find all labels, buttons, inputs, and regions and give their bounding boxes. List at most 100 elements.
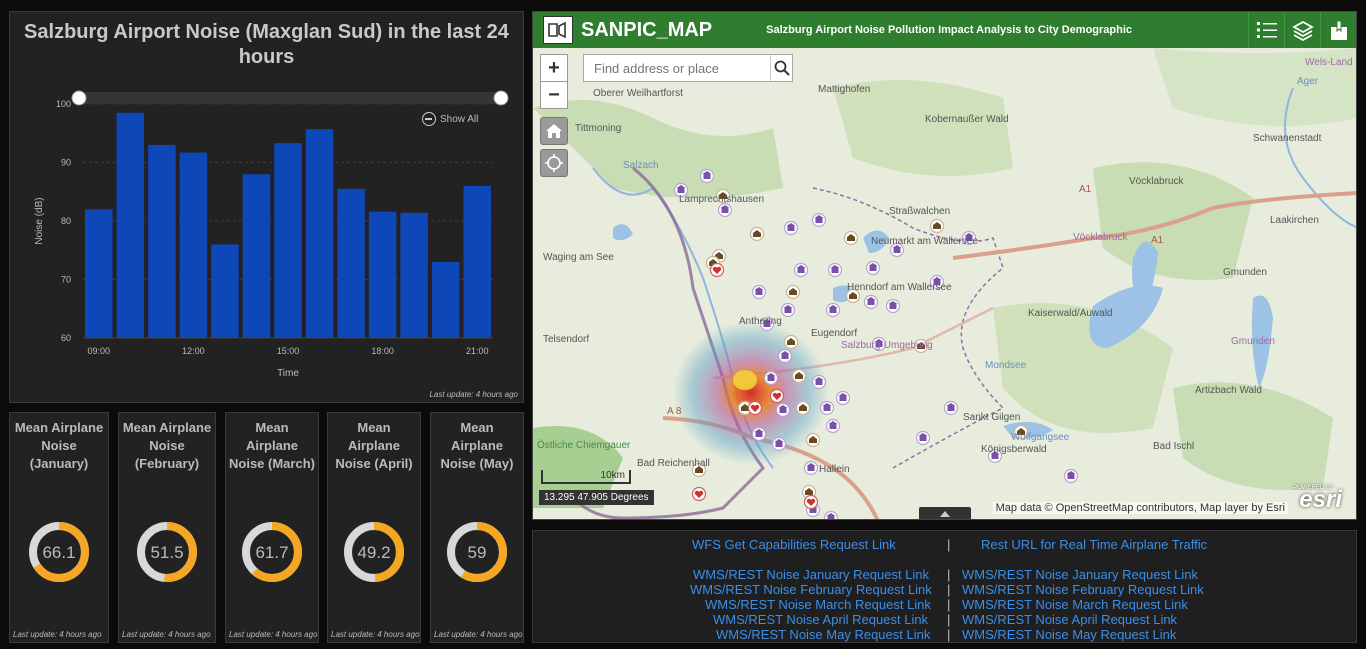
- chart-bar[interactable]: [400, 212, 428, 338]
- map-label: Kobernaußer Wald: [925, 114, 1009, 125]
- map-label: A 8: [667, 406, 682, 417]
- range-slider-handle[interactable]: [493, 90, 509, 106]
- legend-button[interactable]: [1248, 12, 1284, 48]
- map-label: Königsberwald: [981, 444, 1047, 455]
- map-label: Laakirchen: [1270, 215, 1319, 226]
- gauge-title: Mean Airplane Noise (March): [229, 420, 315, 471]
- map-label: Artizbach Wald: [1195, 385, 1262, 396]
- building-icon: [867, 300, 875, 305]
- map-label: Wels-Land: [1305, 57, 1353, 68]
- locate-icon: [545, 154, 563, 172]
- building-icon: [781, 354, 789, 359]
- map-panel[interactable]: Mattighofen Vöcklabruck Laakirchen Schwa…: [532, 11, 1357, 520]
- building-icon: [755, 290, 763, 295]
- building-icon: [893, 248, 901, 253]
- map-header: SANPIC_MAP Salzburg Airport Noise Pollut…: [533, 12, 1356, 48]
- building-icon: [919, 436, 927, 441]
- wms-march-link-left[interactable]: WMS/REST Noise March Request Link: [705, 597, 931, 612]
- app-title: SANPIC_MAP: [581, 18, 713, 41]
- map-label: Telsendorf: [543, 334, 589, 345]
- y-tick-label: 60: [61, 333, 71, 343]
- chart-bar[interactable]: [148, 144, 176, 338]
- chart-bar[interactable]: [305, 129, 334, 338]
- chart-bar[interactable]: [211, 244, 239, 338]
- map-label: A1: [1151, 235, 1164, 246]
- rest-traffic-link[interactable]: Rest URL for Real Time Airplane Traffic: [981, 537, 1207, 552]
- wms-february-link-left[interactable]: WMS/REST Noise February Request Link: [690, 582, 932, 597]
- gauge-card-march: Mean Airplane Noise (March) 61.7 Last up…: [225, 412, 319, 643]
- gauge-value: 49.2: [357, 543, 390, 562]
- map-label: Anthering: [739, 316, 782, 327]
- link-separator: |: [947, 582, 951, 597]
- noise-chart-panel: 60 70 80 90 100 09:00 12:00 15:00 18:00 21:00 Time…: [9, 11, 524, 403]
- map-label: Östliche Chiemgauer: [537, 439, 631, 451]
- zoom-out-icon: [422, 112, 436, 126]
- bookmark-icon: [1330, 20, 1347, 40]
- y-axis-label: Noise (dB): [34, 197, 45, 244]
- map-label: Vöcklabruck: [1129, 176, 1184, 187]
- chart-bar[interactable]: [242, 174, 271, 338]
- layers-icon: [1291, 20, 1314, 41]
- chart-bar[interactable]: [463, 185, 491, 338]
- gauge-last-update: Last update: 4 hours ago: [229, 630, 318, 639]
- wms-may-link-right[interactable]: WMS/REST Noise May Request Link: [962, 627, 1176, 642]
- wms-april-link-left[interactable]: WMS/REST Noise April Request Link: [713, 612, 928, 627]
- map-label: Bad Reichenhall: [637, 458, 710, 469]
- chart-bar[interactable]: [431, 261, 460, 338]
- map-attribution: Map data © OpenStreetMap contributors, M…: [992, 502, 1288, 514]
- gauge-value: 51.5: [150, 543, 183, 562]
- gauge-last-update: Last update: 4 hours ago: [331, 630, 420, 639]
- zoom-in-button[interactable]: +: [540, 54, 568, 82]
- link-separator: |: [947, 567, 951, 582]
- link-separator: |: [947, 597, 951, 612]
- building-icon: [823, 406, 831, 411]
- show-all-label: Show All: [440, 113, 479, 125]
- home-button[interactable]: [540, 117, 568, 145]
- wms-january-link-right[interactable]: WMS/REST Noise January Request Link: [962, 567, 1198, 582]
- sanpic-logo: [543, 16, 573, 44]
- map-label: Bad Ischl: [1153, 441, 1194, 452]
- gauge-card-january: Mean Airplane Noise (January) 66.1 Last …: [9, 412, 109, 643]
- map-label: Kaiserwald/Auwald: [1028, 308, 1113, 319]
- chart-bar[interactable]: [337, 188, 365, 338]
- wms-may-link-left[interactable]: WMS/REST Noise May Request Link: [716, 627, 930, 642]
- chart-bar[interactable]: [85, 209, 113, 338]
- gauge-title: Mean Airplane Noise (May): [440, 420, 514, 471]
- wms-february-link-right[interactable]: WMS/REST Noise February Request Link: [962, 582, 1204, 597]
- building-icon: [784, 308, 792, 313]
- range-slider-handle[interactable]: [71, 90, 87, 106]
- range-slider-track[interactable]: [79, 92, 501, 104]
- building-icon: [869, 266, 877, 271]
- chart-bar[interactable]: [368, 211, 397, 338]
- locate-button[interactable]: [540, 149, 568, 177]
- minus-icon: −: [548, 83, 560, 106]
- building-icon: [827, 516, 835, 519]
- wfs-capabilities-link[interactable]: WFS Get Capabilities Request Link: [692, 537, 896, 552]
- building-icon: [815, 380, 823, 385]
- layers-button[interactable]: [1284, 12, 1320, 48]
- y-tick-label: 70: [61, 275, 71, 285]
- map-label: Tittmoning: [575, 123, 621, 134]
- expand-panel-button[interactable]: [919, 507, 971, 519]
- map-canvas[interactable]: Mattighofen Vöcklabruck Laakirchen Schwa…: [533, 48, 1357, 520]
- zoom-out-button[interactable]: −: [540, 81, 568, 109]
- show-all-button[interactable]: Show All: [422, 112, 478, 126]
- gauge-last-update: Last update: 4 hours ago: [122, 630, 211, 639]
- gauge-donut: 59: [447, 522, 507, 582]
- search-button[interactable]: [770, 55, 792, 81]
- bookmark-button[interactable]: [1320, 12, 1356, 48]
- wms-april-link-right[interactable]: WMS/REST Noise April Request Link: [962, 612, 1177, 627]
- building-icon: [677, 188, 685, 193]
- search-input[interactable]: [584, 55, 770, 81]
- map-label: Oberer Weilhartforst: [593, 88, 683, 99]
- chart-bar[interactable]: [116, 112, 145, 339]
- building-icon: [831, 268, 839, 273]
- wms-march-link-right[interactable]: WMS/REST Noise March Request Link: [962, 597, 1188, 612]
- list-icon: [1256, 22, 1277, 38]
- wms-january-link-left[interactable]: WMS/REST Noise January Request Link: [693, 567, 929, 582]
- plus-icon: +: [548, 56, 560, 79]
- chart-bar[interactable]: [274, 143, 302, 338]
- chart-bar[interactable]: [179, 152, 208, 338]
- search-icon: [774, 60, 790, 76]
- map-label: Waging am See: [543, 252, 614, 263]
